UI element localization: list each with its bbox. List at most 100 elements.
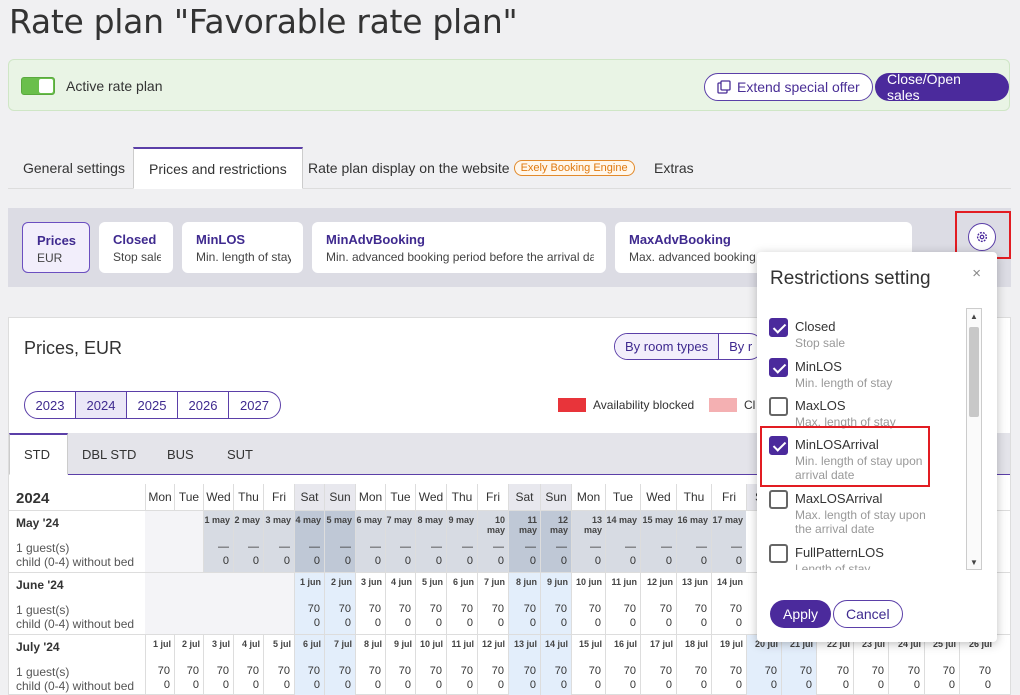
- cell-date: 17 may: [712, 515, 743, 525]
- room-tab-std[interactable]: STD: [9, 433, 68, 475]
- calendar-cell[interactable]: 14 jul 70 0: [540, 635, 571, 695]
- room-tab-dbl-std[interactable]: DBL STD: [68, 433, 150, 475]
- restrictions-settings-button[interactable]: [968, 223, 996, 251]
- calendar-cell[interactable]: 24 jul 70 0: [888, 635, 924, 695]
- close-icon[interactable]: ×: [972, 265, 981, 282]
- active-toggle[interactable]: [21, 77, 55, 95]
- calendar-cell[interactable]: 10 may — 0: [477, 511, 508, 572]
- calendar-cell[interactable]: 25 jul 70 0: [924, 635, 959, 695]
- calendar-cell[interactable]: 12 may — 0: [540, 511, 571, 572]
- calendar-cell[interactable]: 4 jul 70 0: [233, 635, 263, 695]
- calendar-cell[interactable]: 8 jun 70 0: [508, 573, 540, 634]
- calendar-cell[interactable]: 14 jun 70 0: [711, 573, 746, 634]
- calendar-cell[interactable]: 19 jul 70 0: [711, 635, 746, 695]
- checkbox[interactable]: [769, 490, 788, 509]
- calendar-cell[interactable]: 3 jun 70 0: [355, 573, 385, 634]
- calendar-cell[interactable]: 20 jul 70 0: [746, 635, 781, 695]
- calendar-cell[interactable]: 9 jul 70 0: [385, 635, 415, 695]
- calendar-cell[interactable]: 11 may — 0: [508, 511, 540, 572]
- year-2025[interactable]: 2025: [127, 392, 178, 418]
- room-tab-sut[interactable]: SUT: [213, 433, 267, 475]
- cell-date: 13 may: [583, 515, 602, 535]
- year-2023[interactable]: 2023: [25, 392, 76, 418]
- calendar-cell[interactable]: 16 jul 70 0: [605, 635, 640, 695]
- tab-extras[interactable]: Extras: [639, 147, 709, 189]
- view-by-other[interactable]: By r: [719, 334, 762, 359]
- calendar-cell[interactable]: 8 may — 0: [415, 511, 446, 572]
- cell-date: 19 jul: [719, 639, 743, 649]
- calendar-cell[interactable]: 7 jul 70 0: [324, 635, 355, 695]
- restriction-card-prices[interactable]: Prices EUR: [22, 222, 90, 273]
- calendar-cell[interactable]: 3 may — 0: [263, 511, 294, 572]
- calendar-cell[interactable]: 1 may — 0: [203, 511, 233, 572]
- calendar-cell[interactable]: 15 may — 0: [640, 511, 676, 572]
- calendar-cell[interactable]: 13 jun 70 0: [676, 573, 711, 634]
- calendar-cell[interactable]: 6 jun 70 0: [446, 573, 477, 634]
- calendar-cell[interactable]: 18 jul 70 0: [676, 635, 711, 695]
- calendar-cell[interactable]: 26 jul 70 0: [959, 635, 995, 695]
- calendar-cell[interactable]: 2 jul 70 0: [174, 635, 203, 695]
- cell-child-price: 0: [984, 679, 991, 691]
- popup-scrollbar[interactable]: ▲ ▼: [966, 308, 982, 570]
- calendar-cell[interactable]: 4 may — 0: [294, 511, 324, 572]
- room-tab-bus[interactable]: BUS: [153, 433, 208, 475]
- restriction-card-minlos[interactable]: MinLOS Min. length of stay: [182, 222, 303, 273]
- calendar-cell[interactable]: 5 jun 70 0: [415, 573, 446, 634]
- calendar-cell[interactable]: 5 jul 70 0: [263, 635, 294, 695]
- calendar-cell[interactable]: 17 may — 0: [711, 511, 746, 572]
- calendar-cell[interactable]: 9 jun 70 0: [540, 573, 571, 634]
- cell-price: —: [462, 541, 473, 553]
- checkbox[interactable]: [769, 318, 788, 337]
- calendar-cell[interactable]: 13 may — 0: [571, 511, 605, 572]
- year-2026[interactable]: 2026: [178, 392, 229, 418]
- calendar-cell[interactable]: 9 may — 0: [446, 511, 477, 572]
- checkbox[interactable]: [769, 544, 788, 563]
- calendar-cell[interactable]: 12 jun 70 0: [640, 573, 676, 634]
- tab-prices-restrictions[interactable]: Prices and restrictions: [133, 147, 303, 189]
- calendar-cell[interactable]: 6 jul 70 0: [294, 635, 324, 695]
- calendar-cell[interactable]: 23 jul 70 0: [853, 635, 888, 695]
- year-2027[interactable]: 2027: [229, 392, 280, 418]
- calendar-cell[interactable]: 1 jun 70 0: [294, 573, 324, 634]
- calendar-cell[interactable]: 16 may — 0: [676, 511, 711, 572]
- calendar-cell[interactable]: 12 jul 70 0: [477, 635, 508, 695]
- calendar-cell[interactable]: 15 jul 70 0: [571, 635, 605, 695]
- restriction-card-closed[interactable]: Closed Stop sale: [99, 222, 173, 273]
- calendar-cell[interactable]: 10 jun 70 0: [571, 573, 605, 634]
- calendar-cell[interactable]: 22 jul 70 0: [816, 635, 853, 695]
- scroll-thumb[interactable]: [969, 327, 979, 417]
- checkbox[interactable]: [769, 358, 788, 377]
- cancel-button[interactable]: Cancel: [833, 600, 903, 628]
- calendar-cell[interactable]: 2 may — 0: [233, 511, 263, 572]
- year-2024[interactable]: 2024: [76, 392, 127, 418]
- close-open-sales-button[interactable]: Close/Open sales: [875, 71, 1009, 103]
- calendar-cell[interactable]: 11 jul 70 0: [446, 635, 477, 695]
- calendar-cell[interactable]: 17 jul 70 0: [640, 635, 676, 695]
- calendar-cell[interactable]: 1 jul 70 0: [145, 635, 174, 695]
- calendar-cell[interactable]: 10 jul 70 0: [415, 635, 446, 695]
- apply-button[interactable]: Apply: [770, 600, 832, 628]
- calendar-cell[interactable]: 7 jun 70 0: [477, 573, 508, 634]
- calendar-cell[interactable]: 14 may — 0: [605, 511, 640, 572]
- calendar-cell[interactable]: 21 jul 70 0: [781, 635, 816, 695]
- extend-offer-button[interactable]: Extend special offer: [704, 73, 873, 101]
- scroll-down-icon[interactable]: ▼: [967, 555, 981, 569]
- day-of-week-header: Mon: [355, 484, 385, 510]
- calendar-cell[interactable]: 11 jun 70 0: [605, 573, 640, 634]
- view-by-room-types[interactable]: By room types: [615, 334, 720, 359]
- restriction-card-minadvbooking[interactable]: MinAdvBooking Min. advanced booking peri…: [312, 222, 606, 273]
- calendar-cell[interactable]: 4 jun 70 0: [385, 573, 415, 634]
- calendar-cell[interactable]: 8 jul 70 0: [355, 635, 385, 695]
- calendar-cell[interactable]: 13 jul 70 0: [508, 635, 540, 695]
- calendar-cell[interactable]: 5 may — 0: [324, 511, 355, 572]
- tab-display-website[interactable]: Rate plan display on the website Exely B…: [293, 147, 650, 189]
- cell-price: 70: [216, 665, 229, 677]
- calendar-cell[interactable]: 6 may — 0: [355, 511, 385, 572]
- tab-general-settings[interactable]: General settings: [8, 147, 140, 189]
- calendar-cell[interactable]: 3 jul 70 0: [203, 635, 233, 695]
- checkbox[interactable]: [769, 397, 788, 416]
- scroll-up-icon[interactable]: ▲: [967, 309, 981, 323]
- calendar-cell[interactable]: 7 may — 0: [385, 511, 415, 572]
- calendar-cell[interactable]: 2 jun 70 0: [324, 573, 355, 634]
- cell-date: 10 may: [486, 515, 505, 535]
